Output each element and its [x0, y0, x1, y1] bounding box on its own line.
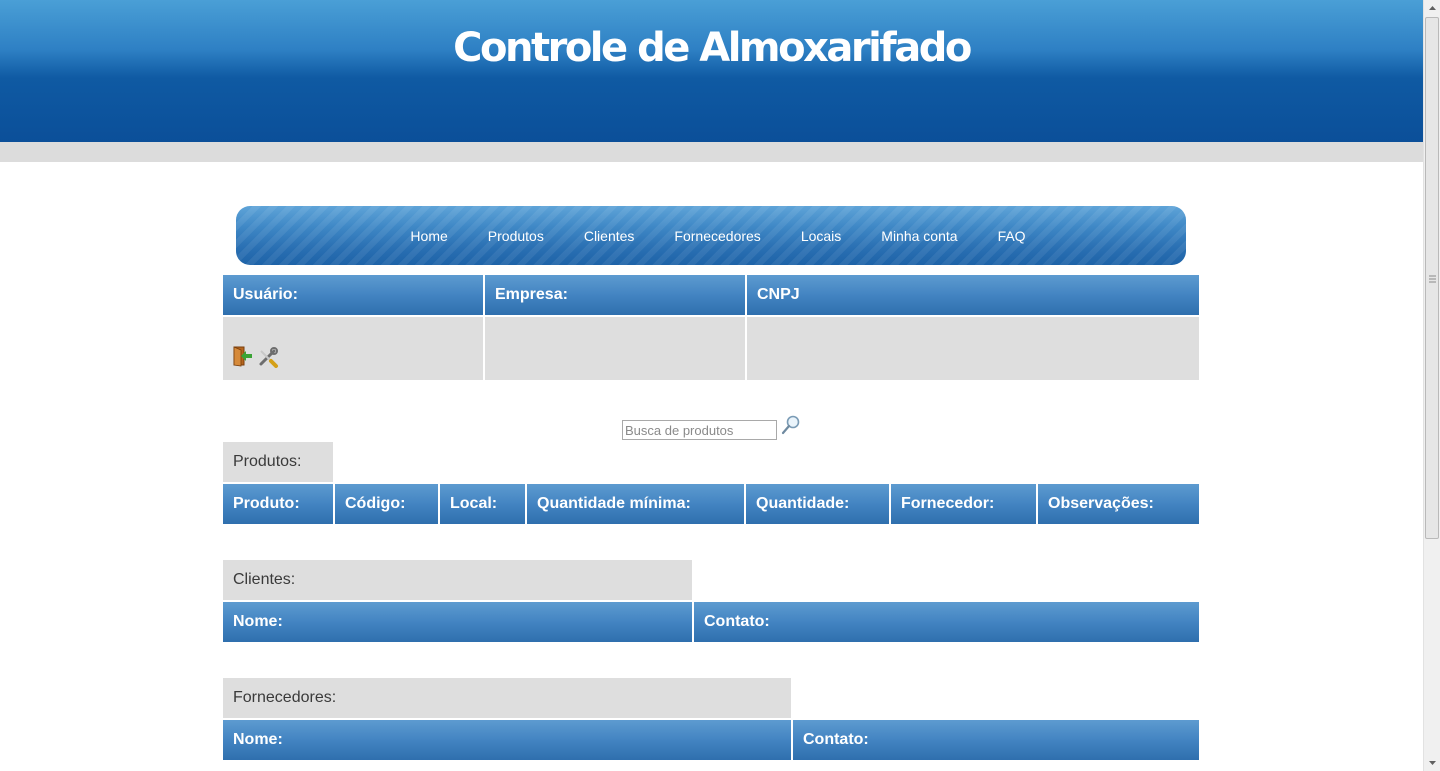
scrollbar-thumb[interactable] [1425, 17, 1439, 539]
clientes-header-nome: Nome: [223, 602, 692, 642]
section-label-clientes: Clientes: [223, 560, 692, 600]
scroll-down-arrow-icon[interactable] [1424, 754, 1440, 771]
user-cell-cnpj [747, 317, 1199, 380]
nav-item-fornecedores[interactable]: Fornecedores [674, 228, 760, 244]
main-nav: Home Produtos Clientes Fornecedores Loca… [236, 206, 1186, 265]
scrollbar-grip-icon [1429, 275, 1436, 283]
produtos-header-local: Local: [440, 484, 525, 524]
site-header: Controle de Almoxarifado [0, 0, 1423, 142]
produtos-header-observacoes: Observações: [1038, 484, 1199, 524]
page: Controle de Almoxarifado Home Produtos C… [0, 0, 1423, 771]
produtos-header-quantidade: Quantidade: [746, 484, 889, 524]
nav-item-home[interactable]: Home [410, 228, 447, 244]
nav-item-locais[interactable]: Locais [801, 228, 841, 244]
produtos-header-fornecedor: Fornecedor: [891, 484, 1036, 524]
user-header-empresa: Empresa: [485, 275, 745, 315]
nav-item-minha-conta[interactable]: Minha conta [881, 228, 957, 244]
nav-item-faq[interactable]: FAQ [998, 228, 1026, 244]
produtos-header-produto: Produto: [223, 484, 333, 524]
logout-icon[interactable] [232, 345, 254, 367]
nav-item-clientes[interactable]: Clientes [584, 228, 635, 244]
site-title: Controle de Almoxarifado [453, 25, 972, 71]
clientes-header-contato: Contato: [694, 602, 1199, 642]
fornecedores-header-nome: Nome: [223, 720, 791, 760]
nav-item-produtos[interactable]: Produtos [488, 228, 544, 244]
user-header-cnpj: CNPJ [747, 275, 1199, 315]
user-header-usuario: Usuário: [223, 275, 483, 315]
tools-icon[interactable] [257, 346, 279, 368]
vertical-scrollbar[interactable] [1423, 0, 1440, 771]
magnifier-icon[interactable] [781, 415, 801, 437]
scroll-up-arrow-icon[interactable] [1424, 0, 1440, 17]
produtos-header-codigo: Código: [335, 484, 438, 524]
section-label-produtos: Produtos: [223, 442, 333, 482]
header-divider [0, 142, 1423, 162]
produtos-header-quantidade-minima: Quantidade mínima: [527, 484, 744, 524]
user-cell-empresa [485, 317, 745, 380]
section-label-fornecedores: Fornecedores: [223, 678, 791, 718]
fornecedores-header-contato: Contato: [793, 720, 1199, 760]
search-input[interactable] [622, 420, 777, 440]
